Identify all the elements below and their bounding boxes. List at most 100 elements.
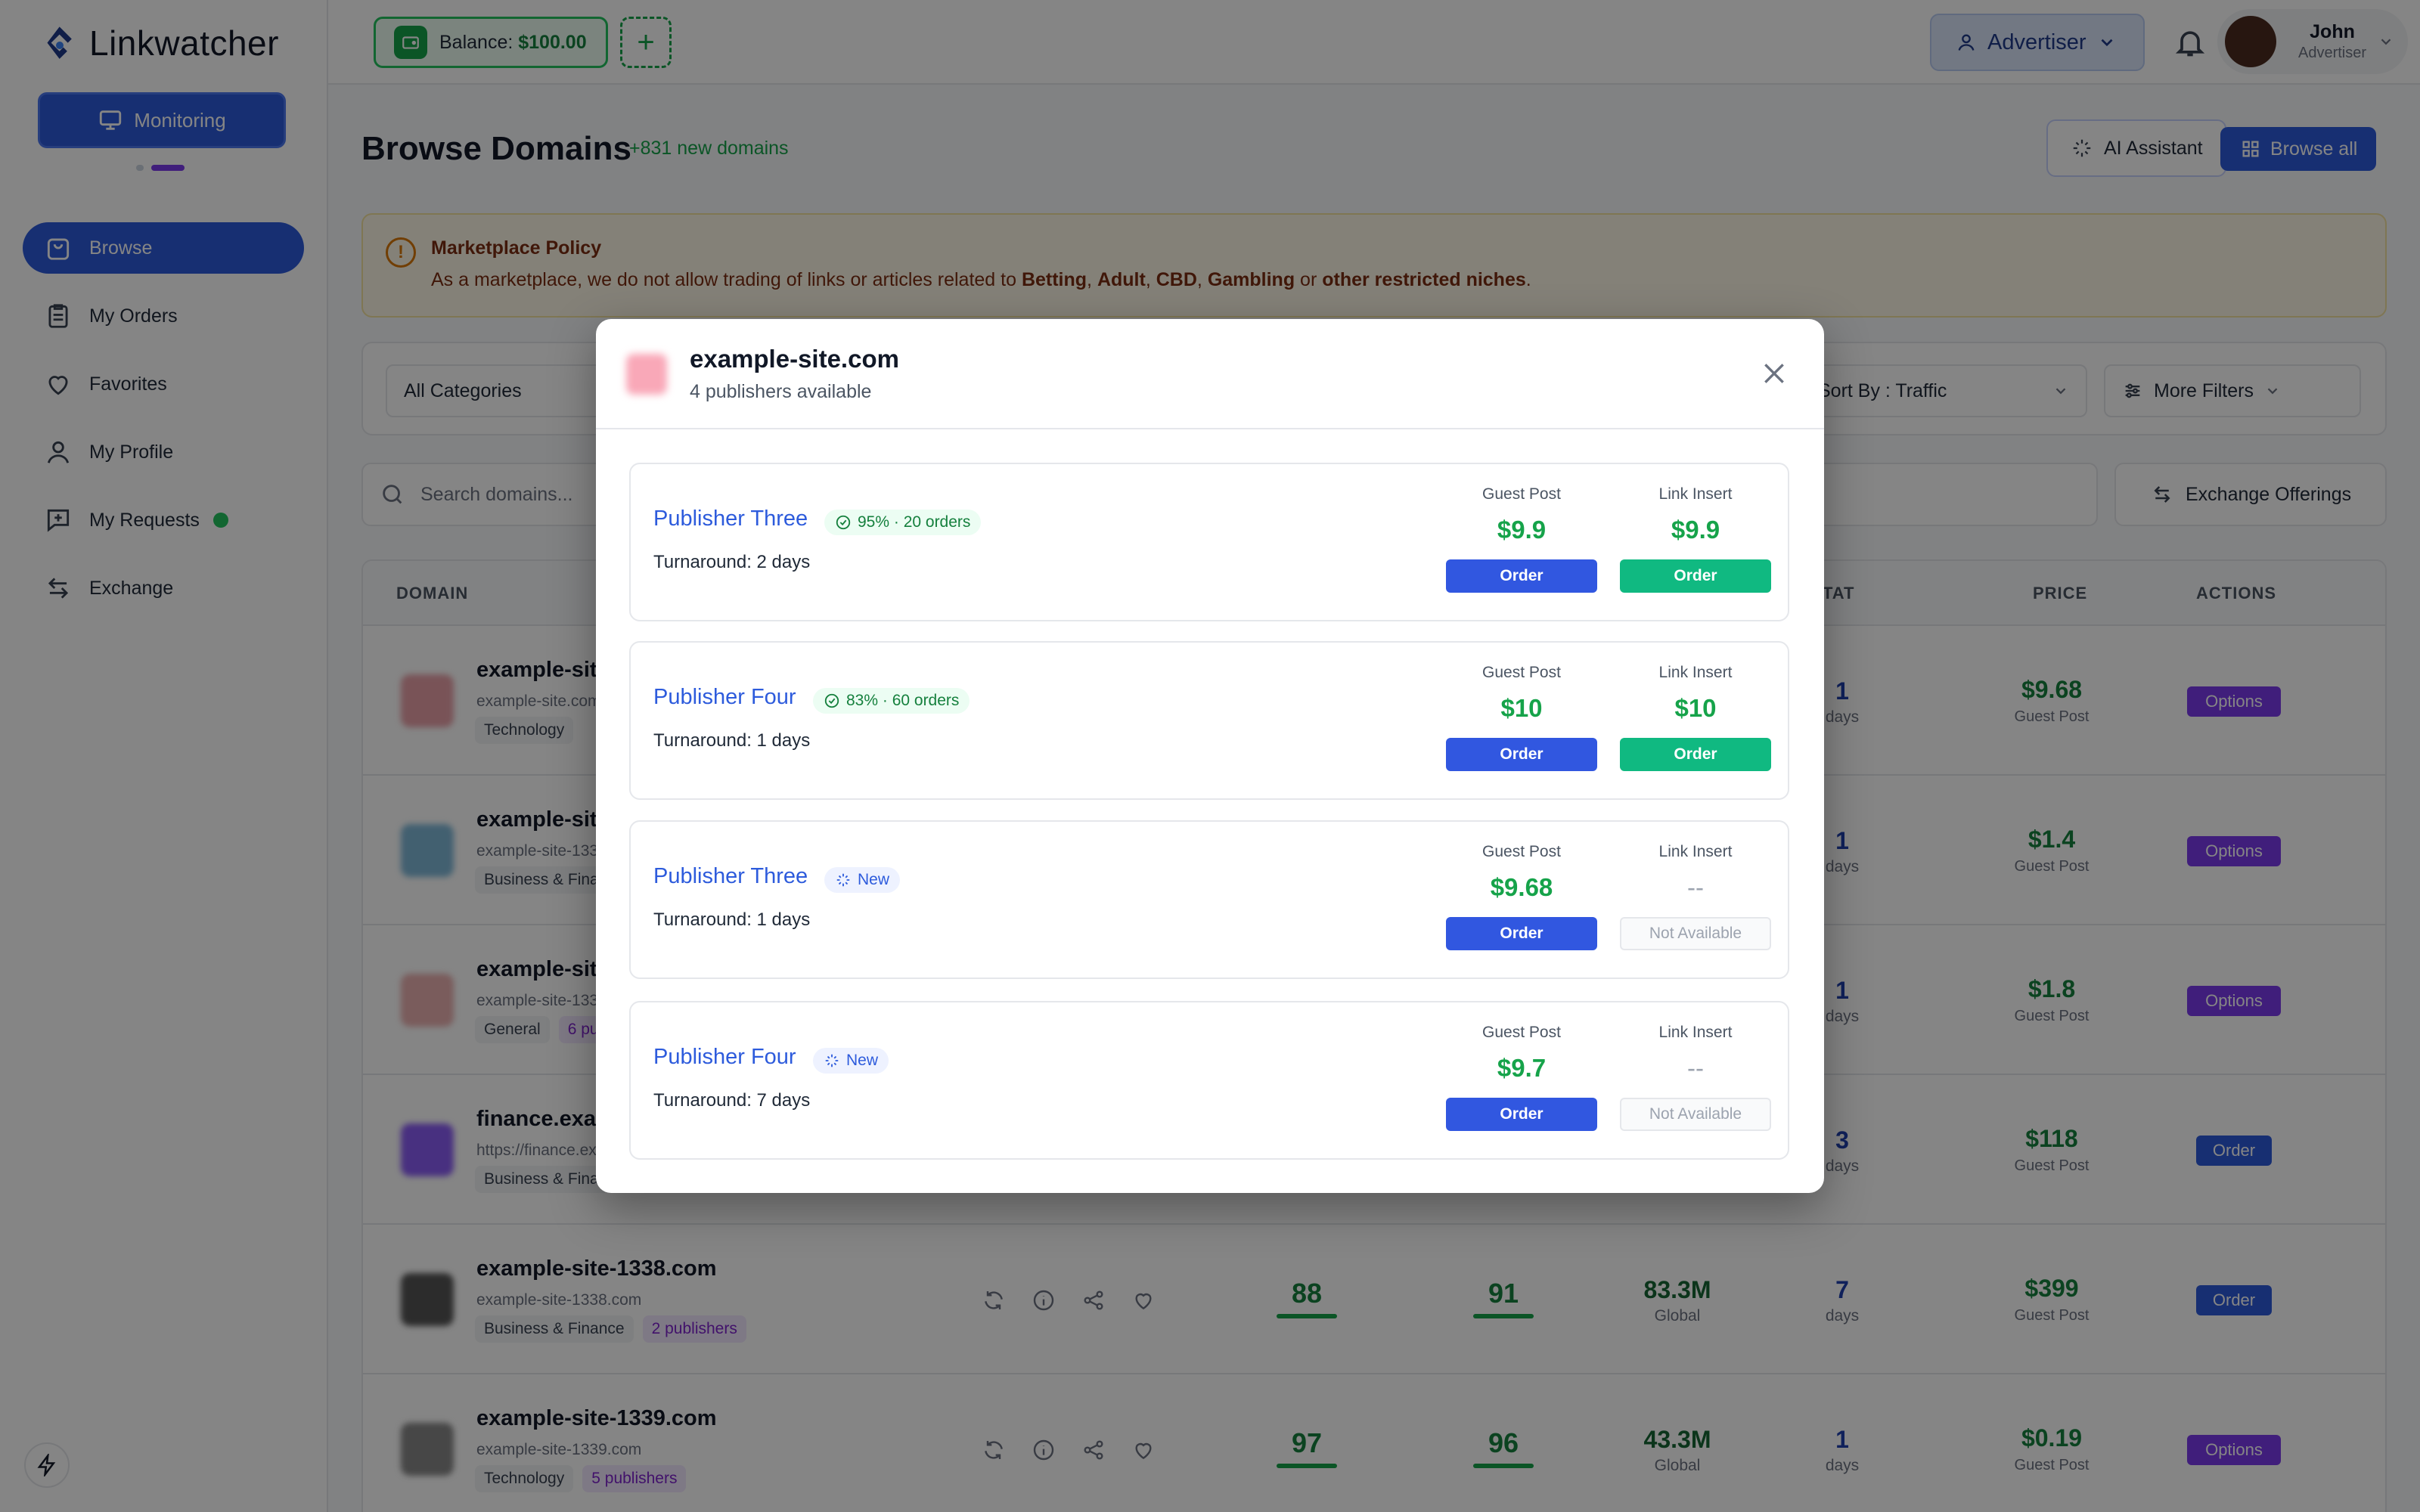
price-cell: $9.68 Guest Post [2014, 676, 2090, 725]
sidebar: Linkwatcher Monitoring Browse My Orders … [0, 0, 328, 1512]
chevron-down-icon [2101, 39, 2113, 47]
sidebar-item-my-profile[interactable]: My Profile [23, 426, 304, 478]
row-action-icons [982, 1288, 1156, 1312]
sidebar-item-label: Exchange [89, 577, 174, 599]
refresh-icon[interactable] [982, 1438, 1006, 1462]
column-header-price[interactable]: PRICE [2033, 584, 2087, 603]
domain-name[interactable]: example-site-1338.com [476, 1256, 717, 1281]
rating-badge: 83% · 60 orders [813, 688, 970, 714]
domain-tags: Technology 5 publishers [475, 1465, 687, 1492]
table-row[interactable]: example-site-1339.com example-site-1339.… [363, 1374, 2385, 1512]
role-switcher[interactable]: Advertiser [1930, 14, 2145, 71]
sidebar-item-exchange[interactable]: Exchange [23, 562, 304, 614]
link-insert-label: Link Insert [1658, 843, 1733, 860]
publishers-badge[interactable]: 5 publishers [582, 1465, 687, 1492]
sort-select[interactable]: Sort By : Traffic [1800, 364, 2087, 417]
quick-action-button[interactable] [24, 1442, 70, 1488]
logo[interactable]: Linkwatcher [41, 23, 279, 64]
browse-all-label: Browse all [2270, 138, 2358, 160]
link-insert-column: Link Insert -- Not Available [1620, 843, 1771, 950]
info-icon[interactable] [1032, 1288, 1056, 1312]
sidebar-item-favorites[interactable]: Favorites [23, 358, 304, 410]
heart-icon [48, 376, 68, 395]
domain-favicon [401, 674, 454, 727]
carousel-dot-active[interactable] [151, 165, 185, 171]
options-button[interactable]: Options [2187, 986, 2281, 1016]
sidebar-item-browse[interactable]: Browse [23, 222, 304, 274]
options-button[interactable]: Options [2187, 686, 2281, 717]
price-cell: $118 Guest Post [2014, 1125, 2090, 1174]
user-menu[interactable]: John Advertiser [2217, 9, 2408, 74]
app-name: Linkwatcher [89, 23, 279, 63]
balance-chip[interactable]: Balance: $100.00 [374, 17, 608, 68]
publishers-badge[interactable]: 2 publishers [642, 1315, 746, 1343]
publishers-modal: example-site.com 4 publishers available … [596, 319, 1824, 1193]
heart-icon[interactable] [1131, 1438, 1156, 1462]
browse-all-button[interactable]: Browse all [2220, 127, 2376, 171]
exchange-offerings-label: Exchange Offerings [2186, 483, 2352, 505]
publisher-name[interactable]: Publisher Three [653, 864, 808, 889]
new-badge: New [824, 867, 901, 893]
order-button[interactable]: Order [2196, 1136, 2272, 1166]
category-tag: Business & Finance [475, 1315, 634, 1343]
refresh-icon[interactable] [982, 1288, 1006, 1312]
publisher-name[interactable]: Publisher Four [653, 1045, 796, 1070]
page-title: Browse Domains [361, 130, 631, 167]
table-row[interactable]: example-site-1338.com example-site-1338.… [363, 1225, 2385, 1374]
sidebar-item-my-orders[interactable]: My Orders [23, 290, 304, 342]
metric-score-1: 97 [1261, 1427, 1352, 1468]
guest-post-column: Guest Post $9.68 Order [1446, 843, 1597, 950]
link-insert-column: Link Insert $10 Order [1620, 664, 1771, 771]
policy-title: Marketplace Policy [431, 237, 602, 259]
sidebar-item-label: Browse [89, 237, 153, 259]
order-guest-post-button[interactable]: Order [1446, 738, 1597, 771]
metric-score-2: 96 [1458, 1427, 1549, 1468]
add-funds-button[interactable]: + [620, 17, 672, 68]
link-insert-label: Link Insert [1658, 485, 1733, 503]
column-header-domain[interactable]: DOMAIN [396, 584, 468, 603]
domain-url: example-site-1339.com [476, 1441, 642, 1458]
publisher-name[interactable]: Publisher Three [653, 507, 808, 531]
order-link-insert-button[interactable]: Order [1620, 559, 1771, 593]
order-link-insert-button[interactable]: Order [1620, 738, 1771, 771]
tat-cell: 1 days [1825, 1426, 1860, 1474]
share-icon[interactable] [1081, 1438, 1106, 1462]
publisher-name[interactable]: Publisher Four [653, 685, 796, 710]
share-icon[interactable] [1081, 1288, 1106, 1312]
metric-bar [1473, 1464, 1534, 1468]
order-guest-post-button[interactable]: Order [1446, 559, 1597, 593]
ai-assistant-button[interactable]: AI Assistant [2046, 119, 2226, 177]
exchange-offerings-button[interactable]: Exchange Offerings [2114, 463, 2387, 526]
options-button[interactable]: Options [2187, 836, 2281, 866]
turnaround-text: Turnaround: 1 days [653, 909, 811, 930]
sidebar-item-label: My Requests [89, 509, 200, 531]
guest-post-column: Guest Post $9.7 Order [1446, 1024, 1597, 1131]
status-dot [213, 513, 228, 528]
order-button[interactable]: Order [2196, 1285, 2272, 1315]
sliders-icon [2125, 383, 2140, 398]
options-button[interactable]: Options [2187, 1435, 2281, 1465]
sidebar-nav: Browse My Orders Favorites My Profile My… [23, 222, 304, 631]
domain-name[interactable]: example-site-1339.com [476, 1406, 717, 1431]
chevron-down-icon [2055, 388, 2066, 395]
more-filters-button[interactable]: More Filters [2104, 364, 2361, 417]
check-circle-icon [836, 515, 851, 530]
monitoring-button[interactable]: Monitoring [38, 92, 286, 148]
publisher-card: Publisher Three New Turnaround: 1 days G… [629, 820, 1789, 979]
carousel-dots[interactable] [136, 165, 185, 171]
close-icon[interactable] [1759, 358, 1789, 389]
info-icon[interactable] [1032, 1438, 1056, 1462]
order-guest-post-button[interactable]: Order [1446, 1098, 1597, 1131]
row-action-icons [982, 1438, 1156, 1462]
bell-icon[interactable] [2173, 26, 2207, 59]
policy-text: As a marketplace, we do not allow tradin… [431, 269, 1531, 290]
bolt-icon [37, 1454, 56, 1476]
sidebar-item-my-requests[interactable]: My Requests [23, 494, 304, 546]
publisher-card: Publisher Three 95% · 20 orders Turnarou… [629, 463, 1789, 621]
domain-url: example-site.com [476, 692, 601, 710]
order-guest-post-button[interactable]: Order [1446, 917, 1597, 950]
heart-icon[interactable] [1131, 1288, 1156, 1312]
column-header-tat[interactable]: TAT [1823, 584, 1855, 603]
carousel-dot[interactable] [136, 165, 144, 171]
new-domains-count: +831 new domains [629, 138, 789, 159]
